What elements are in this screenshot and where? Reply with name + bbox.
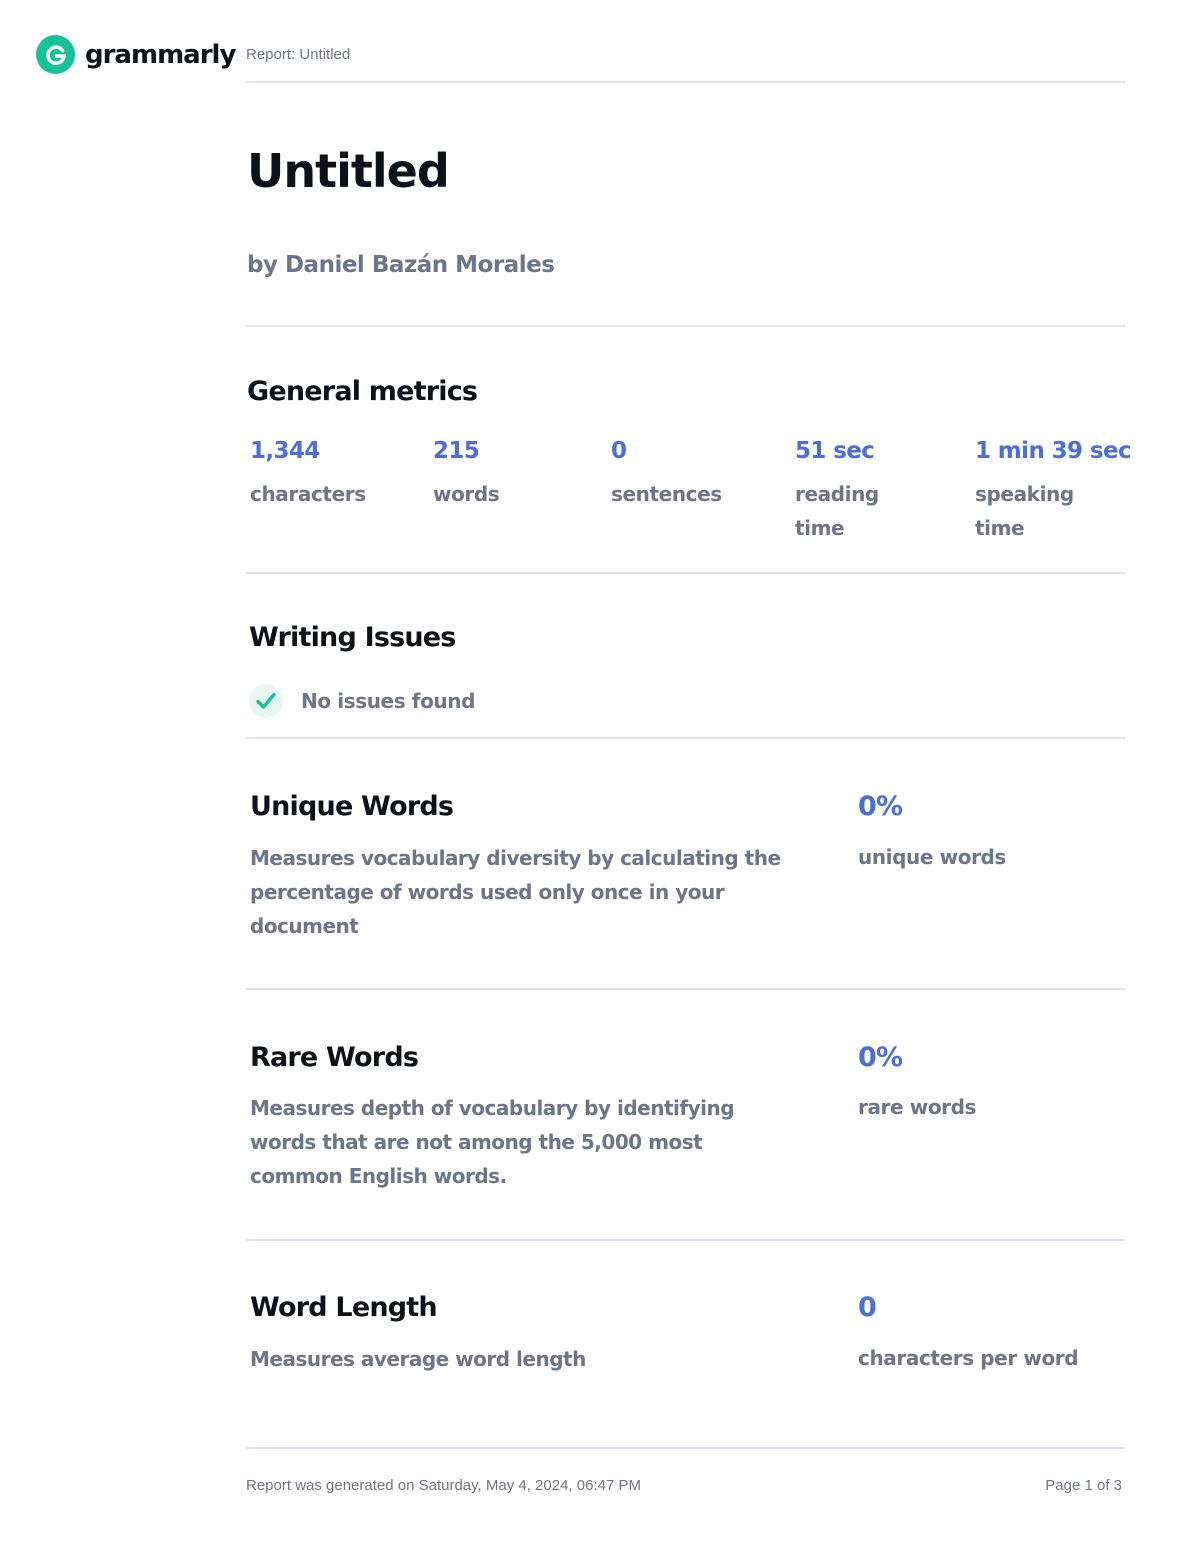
issues-status: No issues found — [249, 684, 475, 718]
metric-sentences: 0 sentences — [611, 435, 771, 511]
header-divider — [246, 81, 1125, 83]
grammarly-g-icon — [36, 35, 75, 74]
report-generated-date: Report was generated on Saturday, May 4,… — [246, 1477, 641, 1494]
divider — [246, 1239, 1125, 1241]
divider — [246, 572, 1125, 574]
report-label: Report: Untitled — [246, 46, 351, 63]
document-author: by Daniel Bazán Morales — [247, 252, 555, 278]
word-length-title: Word Length — [250, 1292, 438, 1323]
metric-label: reading time — [795, 482, 879, 540]
divider — [246, 737, 1125, 739]
rare-words-title: Rare Words — [250, 1042, 419, 1073]
divider — [246, 988, 1125, 990]
metric-value: 1 min 39 sec — [975, 438, 1132, 464]
general-metrics-title: General metrics — [247, 376, 478, 407]
brand-name: grammarly — [85, 39, 236, 70]
metric-value: 51 sec — [795, 438, 875, 464]
issues-status-text: No issues found — [301, 689, 476, 713]
metric-label: words — [433, 482, 500, 506]
rare-words-label: rare words — [858, 1095, 977, 1119]
unique-words-label: unique words — [858, 845, 1006, 869]
metric-characters: 1,344 characters — [250, 435, 410, 511]
word-length-description: Measures average word length — [250, 1347, 586, 1371]
metric-value: 215 — [433, 438, 480, 464]
divider — [246, 325, 1125, 327]
metric-value: 0 — [611, 438, 627, 464]
metric-label: sentences — [611, 482, 722, 506]
rare-words-value: 0% — [858, 1042, 903, 1073]
check-icon — [249, 684, 283, 718]
unique-words-title: Unique Words — [250, 791, 454, 822]
unique-words-description: Measures vocabulary diversity by calcula… — [250, 846, 781, 938]
document-title: Untitled — [247, 144, 450, 198]
page-number: Page 1 of 3 — [1045, 1477, 1122, 1494]
footer-divider — [246, 1447, 1125, 1449]
word-length-value: 0 — [858, 1292, 877, 1323]
grammarly-logo: grammarly — [36, 35, 236, 74]
metric-label: speaking time — [975, 482, 1074, 540]
metric-label: characters — [250, 482, 366, 506]
rare-words-description: Measures depth of vocabulary by identify… — [250, 1096, 735, 1188]
metric-words: 215 words — [433, 435, 583, 511]
unique-words-value: 0% — [858, 791, 903, 822]
writing-issues-title: Writing Issues — [249, 622, 456, 653]
metric-speaking-time: 1 min 39 sec speaking time — [975, 435, 1132, 545]
metric-reading-time: 51 sec reading time — [795, 435, 895, 545]
word-length-label: characters per word — [858, 1346, 1079, 1370]
metric-value: 1,344 — [250, 438, 320, 464]
